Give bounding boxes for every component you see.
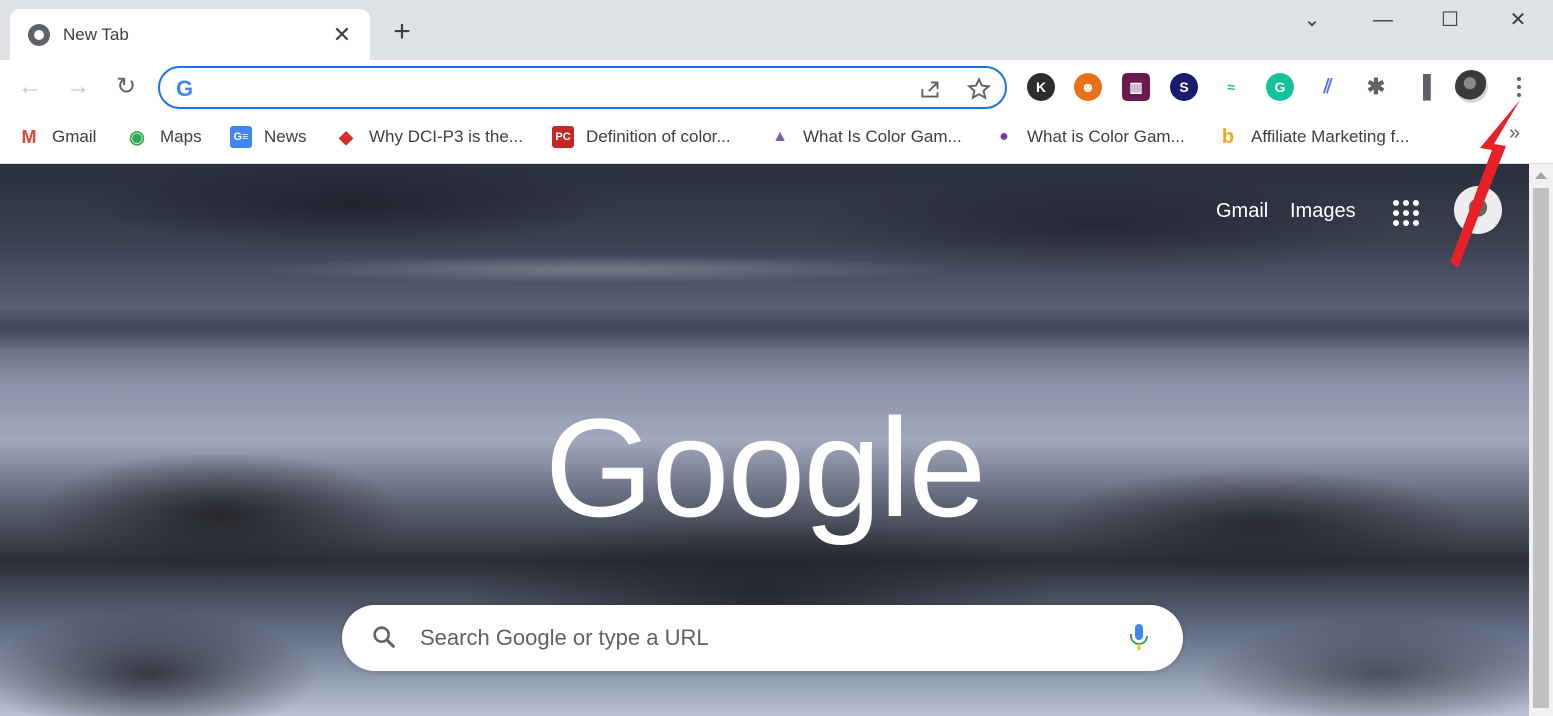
- mic-icon[interactable]: [1128, 622, 1150, 654]
- back-button[interactable]: ←: [15, 72, 45, 102]
- close-window-button[interactable]: ✕: [1503, 6, 1533, 34]
- annotation-arrow-icon: [1450, 100, 1520, 268]
- meter-extension-icon[interactable]: ▥: [1122, 73, 1150, 101]
- maps-icon: ◉: [129, 126, 145, 147]
- bookmark-affiliate-marketing[interactable]: b Affiliate Marketing f...: [1217, 124, 1410, 150]
- news-icon: G≡: [230, 126, 252, 148]
- bookmark-color-gamut-1[interactable]: ▲ What Is Color Gam...: [769, 124, 962, 150]
- google-apps-icon[interactable]: [1393, 200, 1419, 226]
- share-icon[interactable]: [918, 76, 944, 102]
- bookmark-label: Affiliate Marketing f...: [1251, 127, 1410, 146]
- bookmark-color-gamut-2[interactable]: ● What is Color Gam...: [993, 124, 1185, 150]
- pc-icon: PC: [552, 126, 574, 148]
- bookmark-label: Why DCI-P3 is the...: [369, 127, 523, 146]
- bookmark-label: What Is Color Gam...: [803, 127, 962, 146]
- bookmark-dci-p3[interactable]: ◆ Why DCI-P3 is the...: [335, 124, 523, 150]
- bookmark-label: News: [264, 127, 307, 146]
- bookmark-label: Gmail: [52, 127, 97, 146]
- reload-button[interactable]: ↻: [111, 72, 141, 102]
- k-extension-icon[interactable]: K: [1027, 73, 1055, 101]
- scroll-up-icon[interactable]: [1535, 172, 1547, 179]
- search-icon: [373, 626, 395, 648]
- scroll-thumb[interactable]: [1533, 188, 1549, 708]
- robot-extension-icon[interactable]: ☻: [1074, 73, 1102, 101]
- tab-title: New Tab: [63, 24, 129, 44]
- tools-extension-icon[interactable]: ≈: [1217, 73, 1245, 101]
- msi-icon: ◆: [339, 126, 353, 147]
- bookmarks-bar: M Gmail ◉ Maps G≡ News ◆ Why DCI-P3 is t…: [0, 114, 1553, 164]
- google-g-icon: G: [176, 76, 194, 101]
- tab-strip: New Tab ✕ + ⌄ — ☐ ✕: [0, 0, 1553, 60]
- tab-search-icon[interactable]: ⌄: [1297, 6, 1327, 34]
- ntp-search-box[interactable]: [342, 605, 1183, 671]
- b-icon: b: [1221, 125, 1235, 148]
- s-extension-icon[interactable]: S: [1170, 73, 1198, 101]
- close-tab-icon[interactable]: ✕: [330, 22, 354, 48]
- address-input[interactable]: [210, 74, 910, 102]
- gmail-icon: M: [21, 126, 37, 147]
- new-tab-button[interactable]: +: [386, 17, 418, 49]
- ntp-search-input[interactable]: [420, 622, 1100, 654]
- bookmark-label: Maps: [160, 127, 202, 146]
- new-tab-page: Gmail Images Google: [0, 164, 1529, 716]
- toolbar: ← → ↻ G K ☻ ▥ S ≈ G ⫽ ✱ ▐: [0, 60, 1553, 114]
- grammarly-extension-icon[interactable]: G: [1266, 73, 1294, 101]
- chart-extension-icon[interactable]: ⫽: [1314, 73, 1342, 101]
- bookmark-star-icon[interactable]: [966, 76, 992, 102]
- bookmark-definition-color[interactable]: PC Definition of color...: [552, 124, 731, 150]
- bookmark-label: Definition of color...: [586, 127, 731, 146]
- tab-new-tab[interactable]: New Tab ✕: [10, 9, 370, 60]
- gamut-icon: ▲: [772, 128, 788, 145]
- bookmark-label: What is Color Gam...: [1027, 127, 1185, 146]
- gmail-link[interactable]: Gmail: [1216, 200, 1268, 223]
- forward-button[interactable]: →: [63, 72, 93, 102]
- page-scrollbar[interactable]: [1529, 164, 1553, 716]
- benq-icon: ●: [999, 128, 1009, 145]
- address-bar[interactable]: G: [158, 66, 1007, 109]
- google-logo: Google: [544, 389, 986, 546]
- side-panel-icon[interactable]: ▐: [1409, 73, 1437, 101]
- bookmark-news[interactable]: G≡ News: [230, 124, 307, 150]
- minimize-button[interactable]: —: [1368, 6, 1398, 34]
- bookmark-gmail[interactable]: M Gmail: [18, 124, 97, 150]
- extensions-puzzle-icon[interactable]: ✱: [1362, 73, 1390, 101]
- bookmark-maps[interactable]: ◉ Maps: [126, 124, 202, 150]
- images-link[interactable]: Images: [1290, 200, 1356, 223]
- maximize-button[interactable]: ☐: [1435, 6, 1465, 34]
- chrome-icon: [28, 23, 50, 46]
